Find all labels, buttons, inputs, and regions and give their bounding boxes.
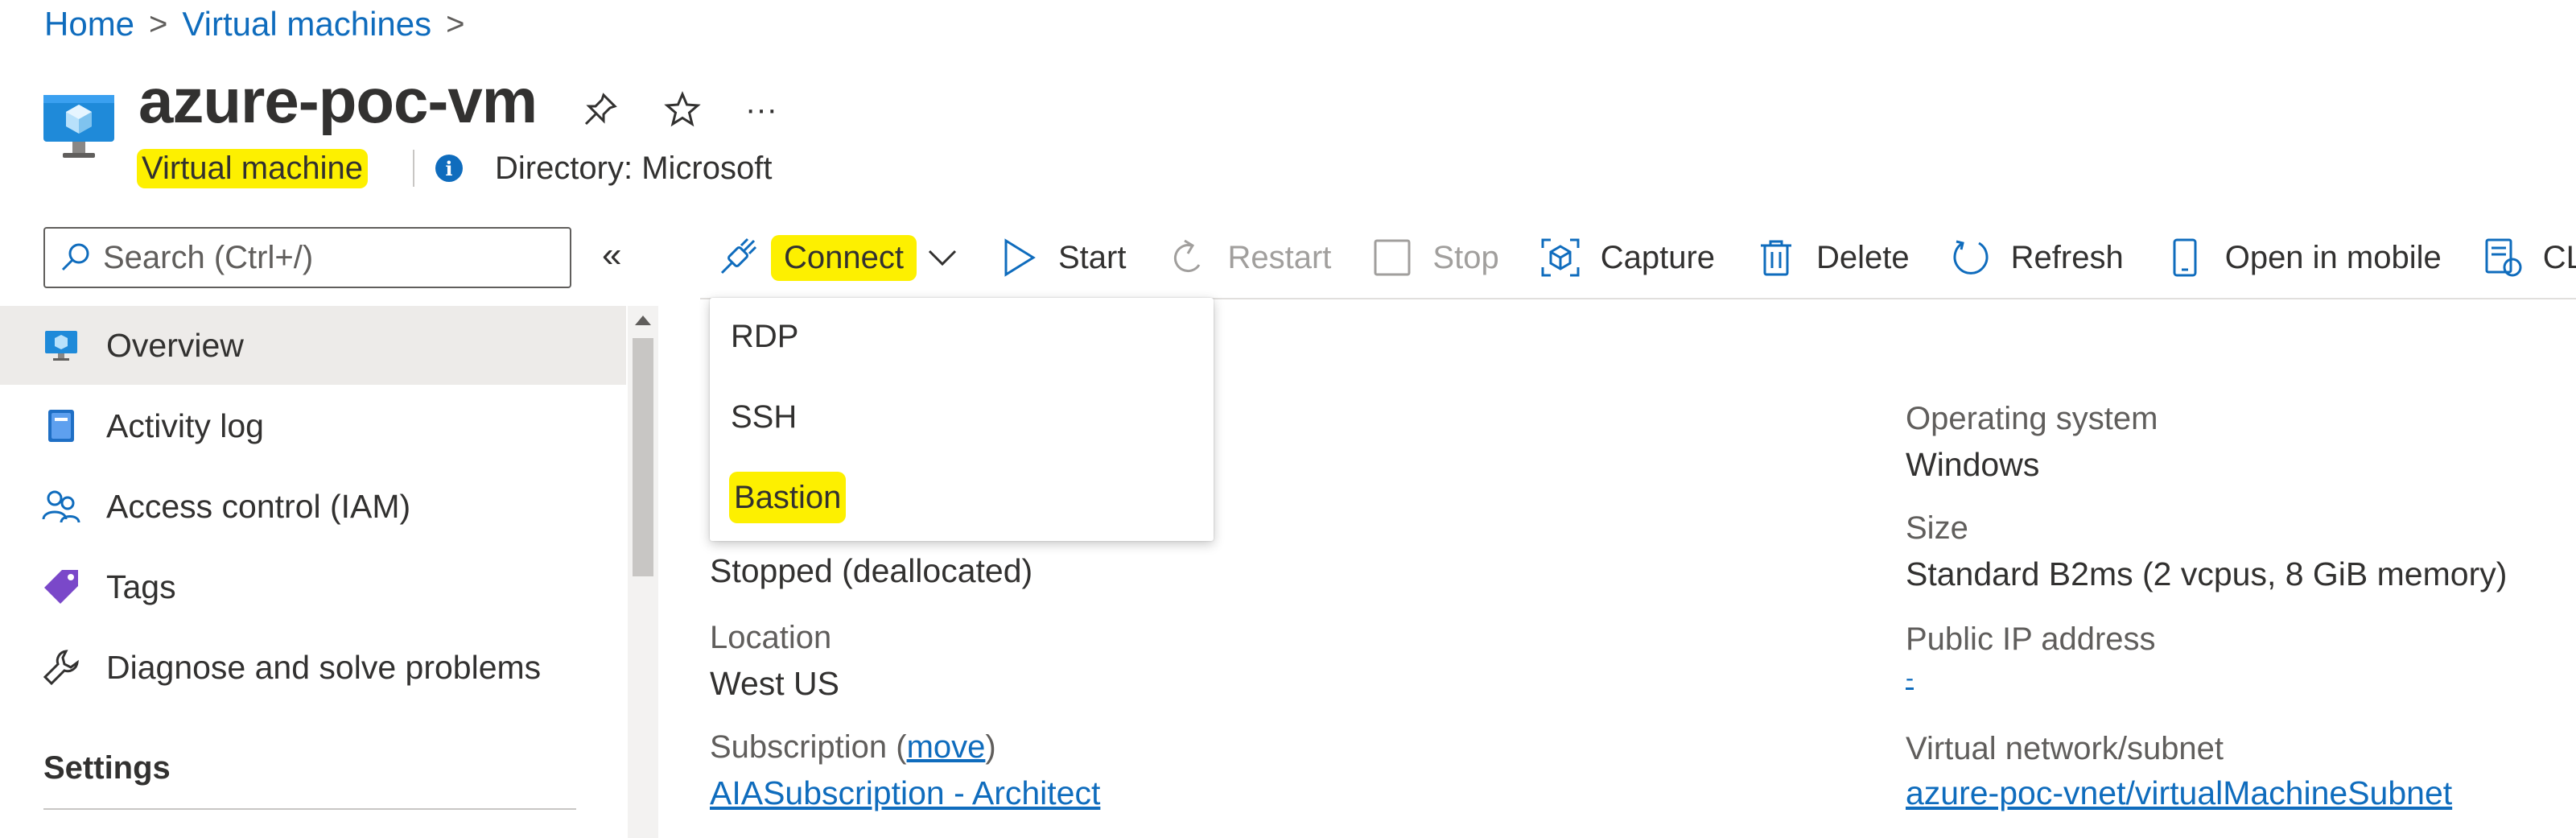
pin-icon[interactable] xyxy=(578,87,623,132)
sidebar: Overview Activity log Access control (IA… xyxy=(0,306,628,838)
activity-log-icon xyxy=(39,403,84,448)
stop-label: Stop xyxy=(1432,239,1499,275)
menu-item-ssh[interactable]: SSH xyxy=(731,391,797,443)
subscription-move-link[interactable]: move xyxy=(907,729,986,765)
sidebar-item-label: Activity log xyxy=(106,407,264,444)
size-label: Size xyxy=(1906,510,1968,546)
divider xyxy=(412,150,414,187)
os-label: Operating system xyxy=(1906,401,2158,436)
cli-icon xyxy=(2480,235,2525,280)
start-button[interactable]: Start xyxy=(995,235,1126,280)
plug-icon xyxy=(716,235,761,280)
chevron-right-icon: > xyxy=(149,6,168,42)
restart-icon xyxy=(1164,235,1210,280)
restart-label: Restart xyxy=(1227,239,1332,275)
cli-label: CLI xyxy=(2542,239,2576,275)
play-icon xyxy=(995,235,1041,280)
search-input[interactable]: Search (Ctrl+/) xyxy=(43,227,571,288)
collapse-sidebar-icon[interactable]: « xyxy=(602,235,621,275)
location-label: Location xyxy=(710,620,832,655)
directory-label: Directory: Microsoft xyxy=(494,150,773,186)
breadcrumb: Home > Virtual machines > xyxy=(44,0,479,48)
connect-button[interactable]: Connect xyxy=(716,234,960,281)
capture-label: Capture xyxy=(1600,239,1716,275)
sidebar-item-tags[interactable]: Tags xyxy=(0,547,626,626)
virtual-machine-icon xyxy=(42,90,116,164)
mobile-icon xyxy=(2162,235,2207,280)
search-placeholder: Search (Ctrl+/) xyxy=(103,239,314,275)
vm-icon xyxy=(39,323,84,368)
sidebar-item-label: Tags xyxy=(106,568,176,605)
stop-button[interactable]: Stop xyxy=(1370,235,1499,280)
wrench-icon xyxy=(39,645,84,690)
people-icon xyxy=(39,484,84,529)
size-value: Standard B2ms (2 vcpus, 8 GiB memory) xyxy=(1906,555,2508,592)
connect-dropdown-menu: RDP SSH Bastion xyxy=(710,298,1214,541)
breadcrumb-virtual-machines[interactable]: Virtual machines xyxy=(182,5,431,43)
menu-item-bastion[interactable]: Bastion xyxy=(729,472,847,523)
open-in-mobile-button[interactable]: Open in mobile xyxy=(2162,235,2442,280)
scrollbar-thumb[interactable] xyxy=(633,338,653,576)
start-label: Start xyxy=(1057,239,1127,275)
trash-icon xyxy=(1754,235,1799,280)
subscription-label-prefix: Subscription ( xyxy=(710,729,907,765)
chevron-right-icon: > xyxy=(446,6,465,42)
scroll-up-arrow-icon[interactable] xyxy=(635,316,651,325)
open-in-mobile-label: Open in mobile xyxy=(2224,239,2442,275)
refresh-icon xyxy=(1948,235,1993,280)
subscription-label: Subscription (move) xyxy=(710,729,996,766)
sidebar-item-label: Overview xyxy=(106,326,244,364)
command-bar: Connect Start Restart Stop Capture Delet… xyxy=(716,225,2576,290)
more-options-icon[interactable]: ··· xyxy=(739,87,784,132)
delete-label: Delete xyxy=(1816,239,1910,275)
azure-portal-page: Home > Virtual machines > azure-poc-vm ·… xyxy=(0,0,2576,838)
sidebar-item-overview[interactable]: Overview xyxy=(0,306,626,385)
refresh-label: Refresh xyxy=(2010,239,2124,275)
subscription-label-suffix: ) xyxy=(985,729,996,765)
info-icon: i xyxy=(435,155,463,182)
capture-button[interactable]: Capture xyxy=(1538,235,1715,280)
page-title: azure-poc-vm xyxy=(138,65,538,136)
vnet-label: Virtual network/subnet xyxy=(1906,731,2224,766)
subscription-link[interactable]: AIASubscription - Architect xyxy=(710,774,1100,812)
breadcrumb-home[interactable]: Home xyxy=(44,5,134,43)
star-icon[interactable] xyxy=(660,87,705,132)
connect-label: Connect xyxy=(771,234,917,281)
location-value: West US xyxy=(710,665,839,702)
cli-button[interactable]: CLI xyxy=(2480,235,2576,280)
sidebar-item-diagnose[interactable]: Diagnose and solve problems xyxy=(0,628,626,707)
capture-icon xyxy=(1538,235,1583,280)
delete-button[interactable]: Delete xyxy=(1754,235,1910,280)
sidebar-item-access-control[interactable]: Access control (IAM) xyxy=(0,467,626,546)
menu-item-rdp[interactable]: RDP xyxy=(731,311,798,362)
public-ip-link[interactable]: - xyxy=(1906,665,1914,692)
restart-button[interactable]: Restart xyxy=(1164,235,1331,280)
sidebar-item-activity-log[interactable]: Activity log xyxy=(0,386,626,465)
stop-icon xyxy=(1370,235,1415,280)
search-icon xyxy=(61,243,89,271)
sidebar-item-label: Access control (IAM) xyxy=(106,487,411,525)
header-subtitle: Virtual machine i Directory: Microsoft xyxy=(137,142,772,195)
status-value: Stopped (deallocated) xyxy=(710,552,1033,589)
section-divider xyxy=(43,808,576,810)
chevron-down-icon[interactable] xyxy=(925,240,960,275)
tag-icon xyxy=(39,564,84,609)
sidebar-scrollbar[interactable] xyxy=(628,306,658,838)
os-value: Windows xyxy=(1906,446,2040,483)
sidebar-item-label: Diagnose and solve problems xyxy=(106,648,542,686)
public-ip-label: Public IP address xyxy=(1906,621,2156,657)
resource-type-label: Virtual machine xyxy=(137,148,368,188)
settings-section-title: Settings xyxy=(43,750,171,786)
vnet-link[interactable]: azure-poc-vnet/virtualMachineSubnet xyxy=(1906,774,2452,812)
refresh-button[interactable]: Refresh xyxy=(1948,235,2124,280)
